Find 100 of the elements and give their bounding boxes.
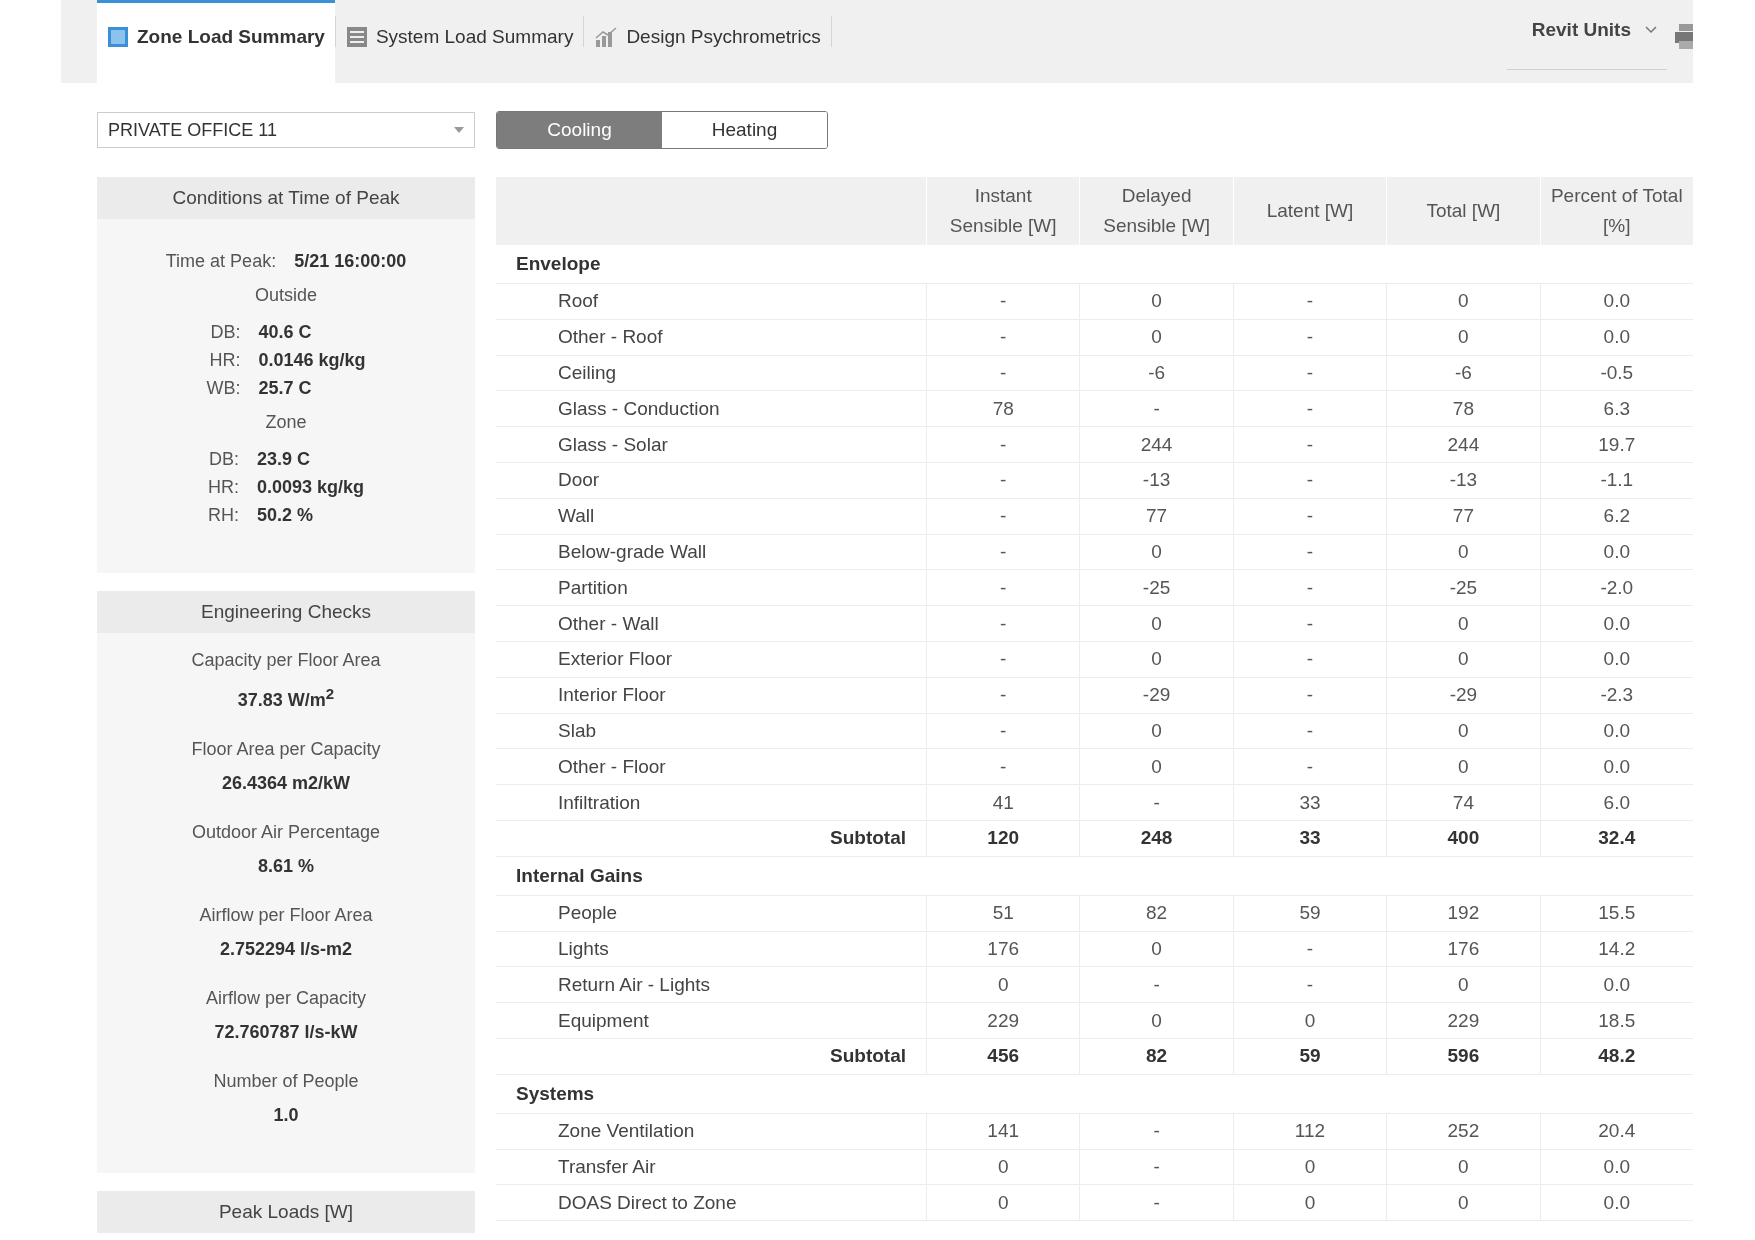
field-value: 40.6 C: [258, 321, 313, 344]
table-cell: -: [926, 641, 1080, 677]
field-label: HR:: [207, 476, 239, 499]
row-label: Partition: [557, 575, 629, 600]
tab[interactable]: System Load Summary: [335, 0, 584, 83]
subtotal-cell: 59: [1232, 1038, 1387, 1074]
row-label: Other - Roof: [557, 325, 664, 350]
list-icon: [345, 26, 368, 48]
table-cell: -: [1079, 785, 1233, 820]
table-cell: -: [926, 284, 1080, 319]
table-cell: 0.0: [1539, 1185, 1693, 1221]
table-cell: -: [1232, 319, 1387, 355]
table-cell: 192: [1386, 895, 1540, 931]
table-cell: -13: [1079, 463, 1233, 498]
subtotal-cell: 33: [1232, 820, 1387, 856]
table-cell: -1.1: [1539, 463, 1693, 498]
table-cell: 0: [1386, 534, 1540, 570]
subtotal-cell: 248: [1079, 820, 1233, 856]
table-cell: -: [926, 319, 1080, 355]
table-cell: 0: [1079, 606, 1233, 641]
table-cell: 0: [1232, 1149, 1387, 1185]
section-title: Systems: [496, 1074, 1693, 1114]
table-cell: 0.0: [1539, 749, 1693, 785]
panel-title: Engineering Checks: [97, 591, 475, 633]
table-cell: 15.5: [1539, 895, 1693, 931]
field-value: 5/21 16:00:00: [294, 250, 407, 273]
check-value: 2.752294 l/s-m2: [218, 938, 354, 960]
row-label: Door: [557, 468, 601, 493]
zone-dropdown[interactable]: PRIVATE OFFICE 11: [97, 112, 475, 148]
row-label: Interior Floor: [557, 683, 667, 708]
table-cell: 74: [1386, 785, 1540, 820]
table-cell: 0: [926, 1149, 1080, 1185]
table-cell: 141: [926, 1113, 1080, 1149]
row-label: Zone Ventilation: [557, 1119, 696, 1144]
table-cell: -: [926, 749, 1080, 785]
mode-toggle-button[interactable]: Cooling: [497, 112, 662, 148]
table-cell: -: [1232, 427, 1387, 462]
table-cell: 82: [1079, 895, 1233, 931]
tab[interactable]: Design Psychrometrics: [584, 0, 831, 83]
table-cell: 176: [926, 931, 1080, 967]
table-cell: -2.0: [1539, 570, 1693, 606]
table-cell: 0: [1232, 1003, 1387, 1038]
table-cell: -: [1232, 570, 1387, 606]
row-label: Below-grade Wall: [557, 539, 708, 564]
subtotal-cell: 48.2: [1539, 1038, 1693, 1074]
subtotal-cell: 32.4: [1539, 820, 1693, 856]
table-cell: 0: [1386, 606, 1540, 641]
check-value: 8.61 %: [256, 855, 315, 877]
table-cell: 0.0: [1539, 606, 1693, 641]
caret-icon: [454, 127, 464, 133]
field-value: 0.0146 kg/kg: [258, 349, 366, 372]
check-label: Number of People: [213, 1070, 359, 1092]
table-cell: -: [1079, 1149, 1233, 1185]
row-label: Ceiling: [557, 361, 618, 385]
table-cell: 0: [1079, 534, 1233, 570]
table-cell: -: [926, 498, 1080, 534]
table-cell: -: [926, 606, 1080, 641]
field-label: Time at Peak:: [165, 250, 277, 273]
units-dropdown[interactable]: Revit Units: [1507, 0, 1667, 70]
table-cell: -6: [1386, 355, 1540, 391]
table-cell: 0.0: [1539, 641, 1693, 677]
row-label: People: [557, 901, 619, 926]
table-cell: -: [926, 713, 1080, 749]
column-header: Total [W]: [1386, 177, 1540, 245]
table-cell: 0: [1386, 967, 1540, 1003]
row-label: Glass - Conduction: [557, 396, 721, 421]
table-cell: 0: [1079, 713, 1233, 749]
table-cell: 51: [926, 895, 1080, 931]
table-cell: -13: [1386, 463, 1540, 498]
table-cell: 0: [1079, 1003, 1233, 1038]
check-value: 37.83 W/m$^{2}$: [236, 684, 336, 711]
table-cell: 6.0: [1539, 785, 1693, 820]
row-label: Slab: [557, 718, 598, 743]
printer-icon[interactable]: [1675, 24, 1693, 50]
table-cell: -: [1232, 463, 1387, 498]
table-cell: 20.4: [1539, 1113, 1693, 1149]
table-cell: -: [1232, 967, 1387, 1003]
field-label: DB:: [207, 448, 239, 471]
group-title: Zone: [265, 412, 307, 433]
section-title: Envelope: [496, 245, 1693, 284]
row-label: Infiltration: [557, 790, 642, 815]
subtotal-label: Subtotal: [829, 1044, 907, 1069]
field-label: HR:: [208, 349, 241, 372]
table-cell: -: [1232, 677, 1387, 713]
row-label: Roof: [557, 289, 600, 314]
table-cell: 0: [1079, 931, 1233, 967]
subtotal-cell: 596: [1386, 1038, 1540, 1074]
row-label: Wall: [557, 504, 596, 529]
table-cell: -: [1232, 498, 1387, 534]
table-cell: -: [926, 677, 1080, 713]
field-label: RH:: [207, 504, 239, 527]
table-cell: 0: [1079, 749, 1233, 785]
table-cell: -: [1079, 1113, 1233, 1149]
tab[interactable]: Zone Load Summary: [97, 0, 335, 83]
table-cell: 0.0: [1539, 319, 1693, 355]
table-cell: -29: [1386, 677, 1540, 713]
table-cell: 6.3: [1539, 391, 1693, 427]
table-cell: -6: [1079, 355, 1233, 391]
field-label: DB:: [209, 321, 241, 344]
table-cell: 229: [926, 1003, 1080, 1038]
